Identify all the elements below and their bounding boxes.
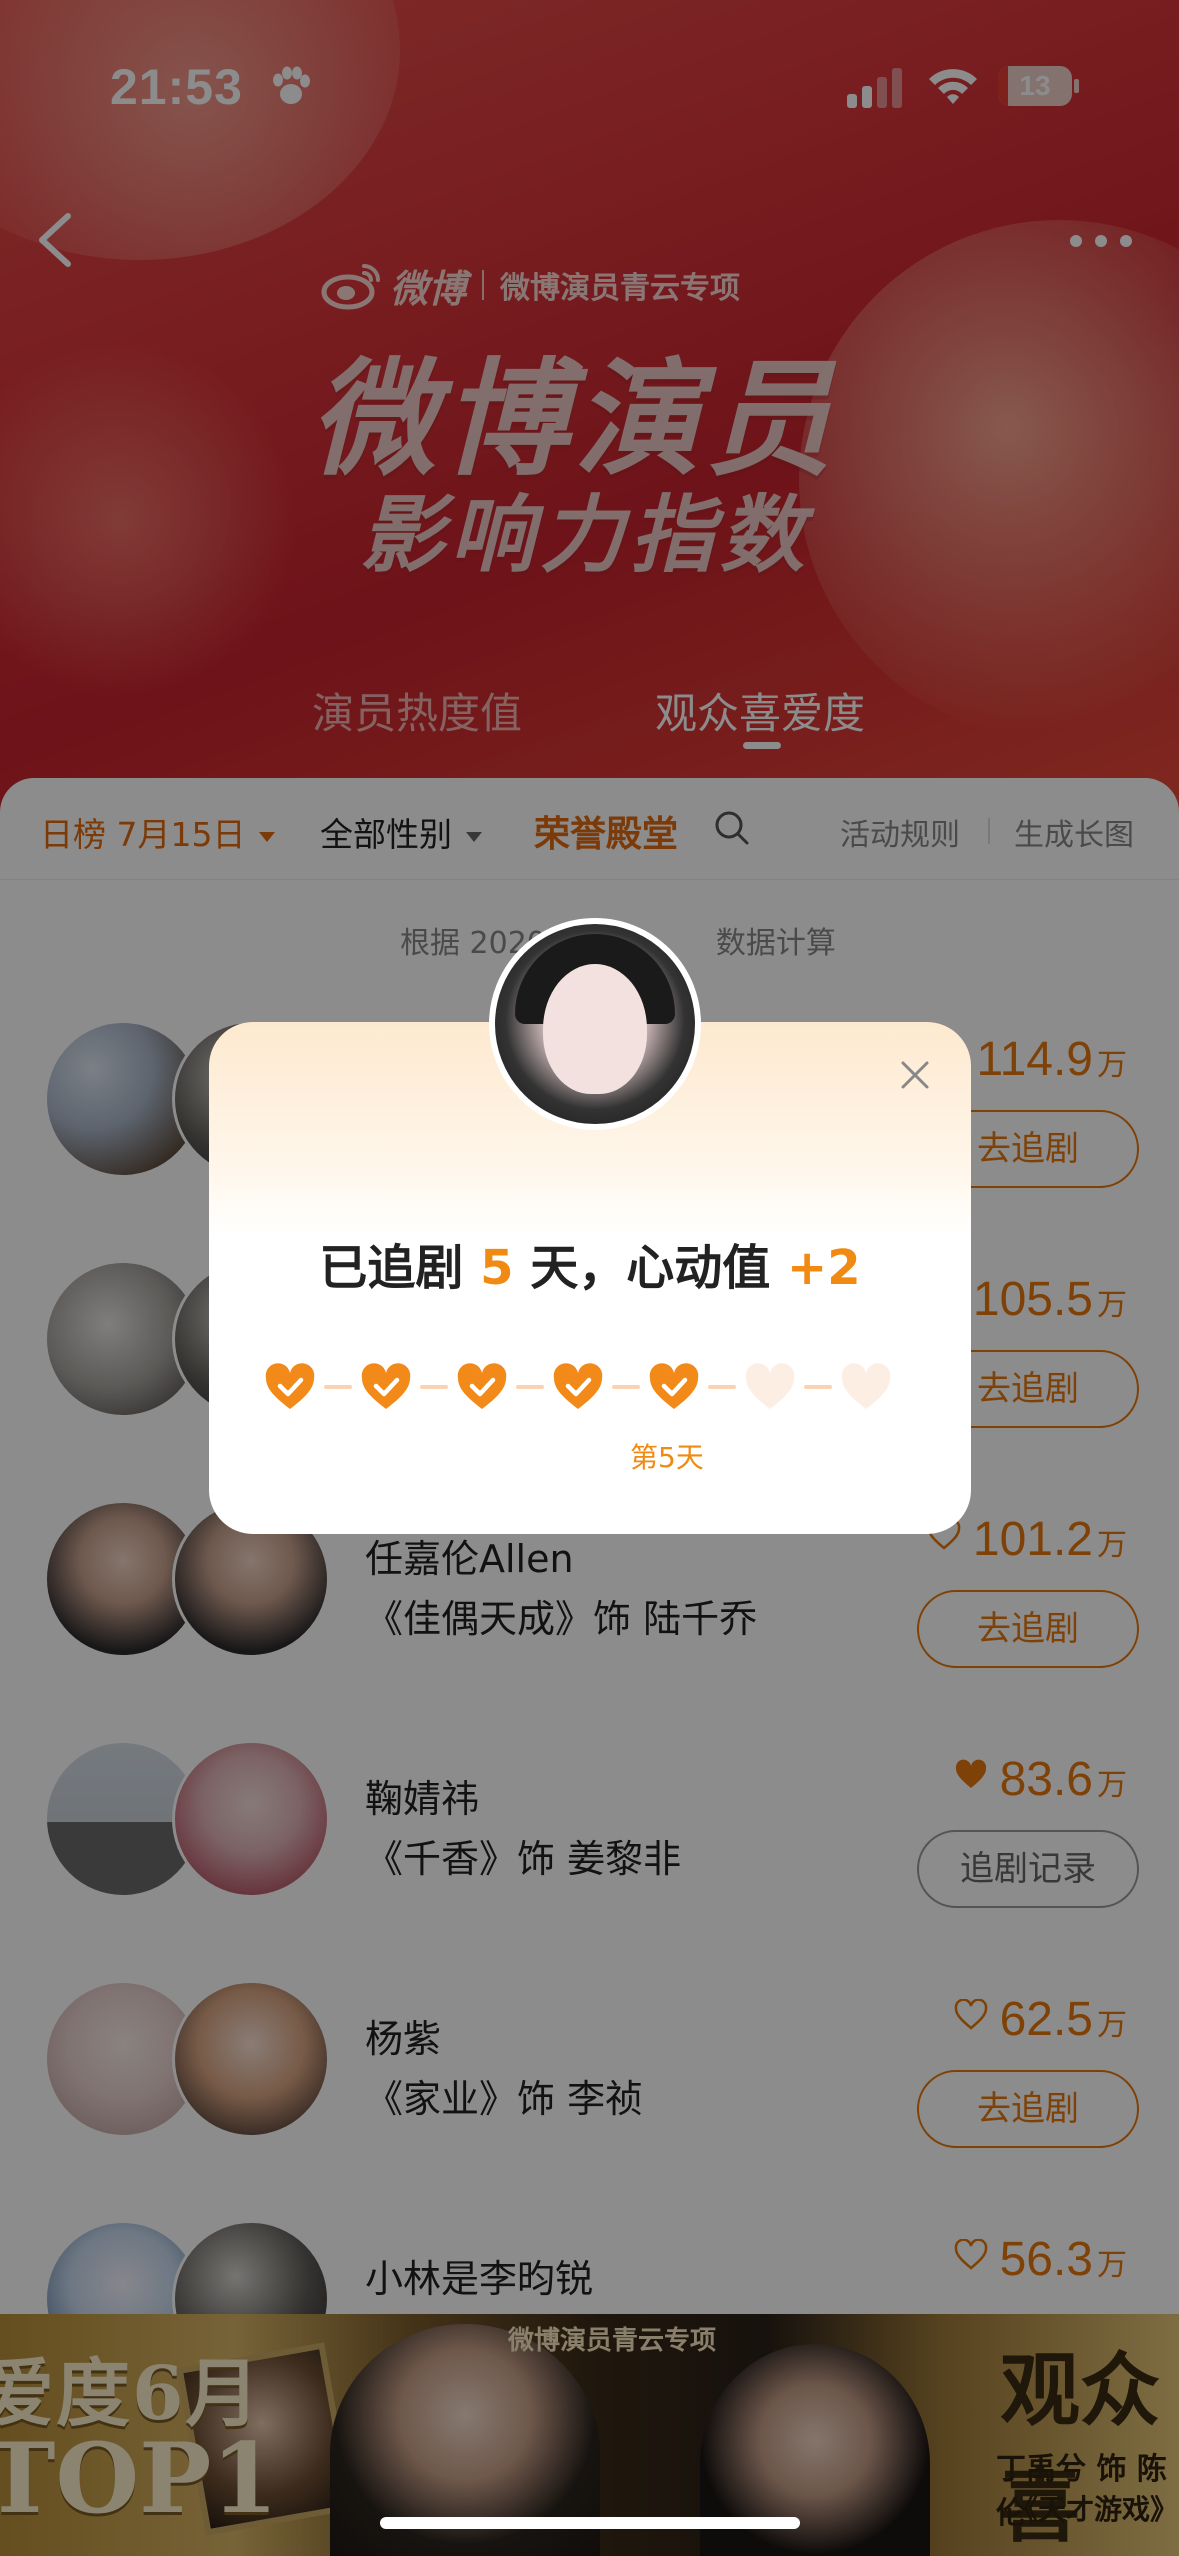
popup-msg-prefix: 已追剧 [319,1240,481,1296]
progress-dash [804,1385,832,1389]
progress-dash [708,1385,736,1389]
popup-heart-value: +2 [786,1240,861,1296]
heart-empty-icon [745,1363,795,1409]
progress-dash [420,1385,448,1389]
popup-msg-mid: 天，心动值 [513,1240,787,1296]
progress-dash [324,1385,352,1389]
heart-checked-icon [649,1363,699,1409]
popup-days: 5 [480,1240,514,1296]
progress-dash [612,1385,640,1389]
heart-checked-icon [457,1363,507,1409]
heart-checked-icon [361,1363,411,1409]
heart-empty-icon [841,1363,891,1409]
popup-avatar [489,918,701,1130]
heart-checked-icon [265,1363,315,1409]
checkin-progress [262,1363,902,1413]
heart-checked-icon [553,1363,603,1409]
home-indicator[interactable] [380,2517,800,2529]
current-day-label: 第5天 [630,1441,704,1474]
progress-dash [516,1385,544,1389]
close-icon[interactable] [898,1058,932,1092]
popup-message: 已追剧 5 天，心动值 +2 [209,1228,971,1298]
